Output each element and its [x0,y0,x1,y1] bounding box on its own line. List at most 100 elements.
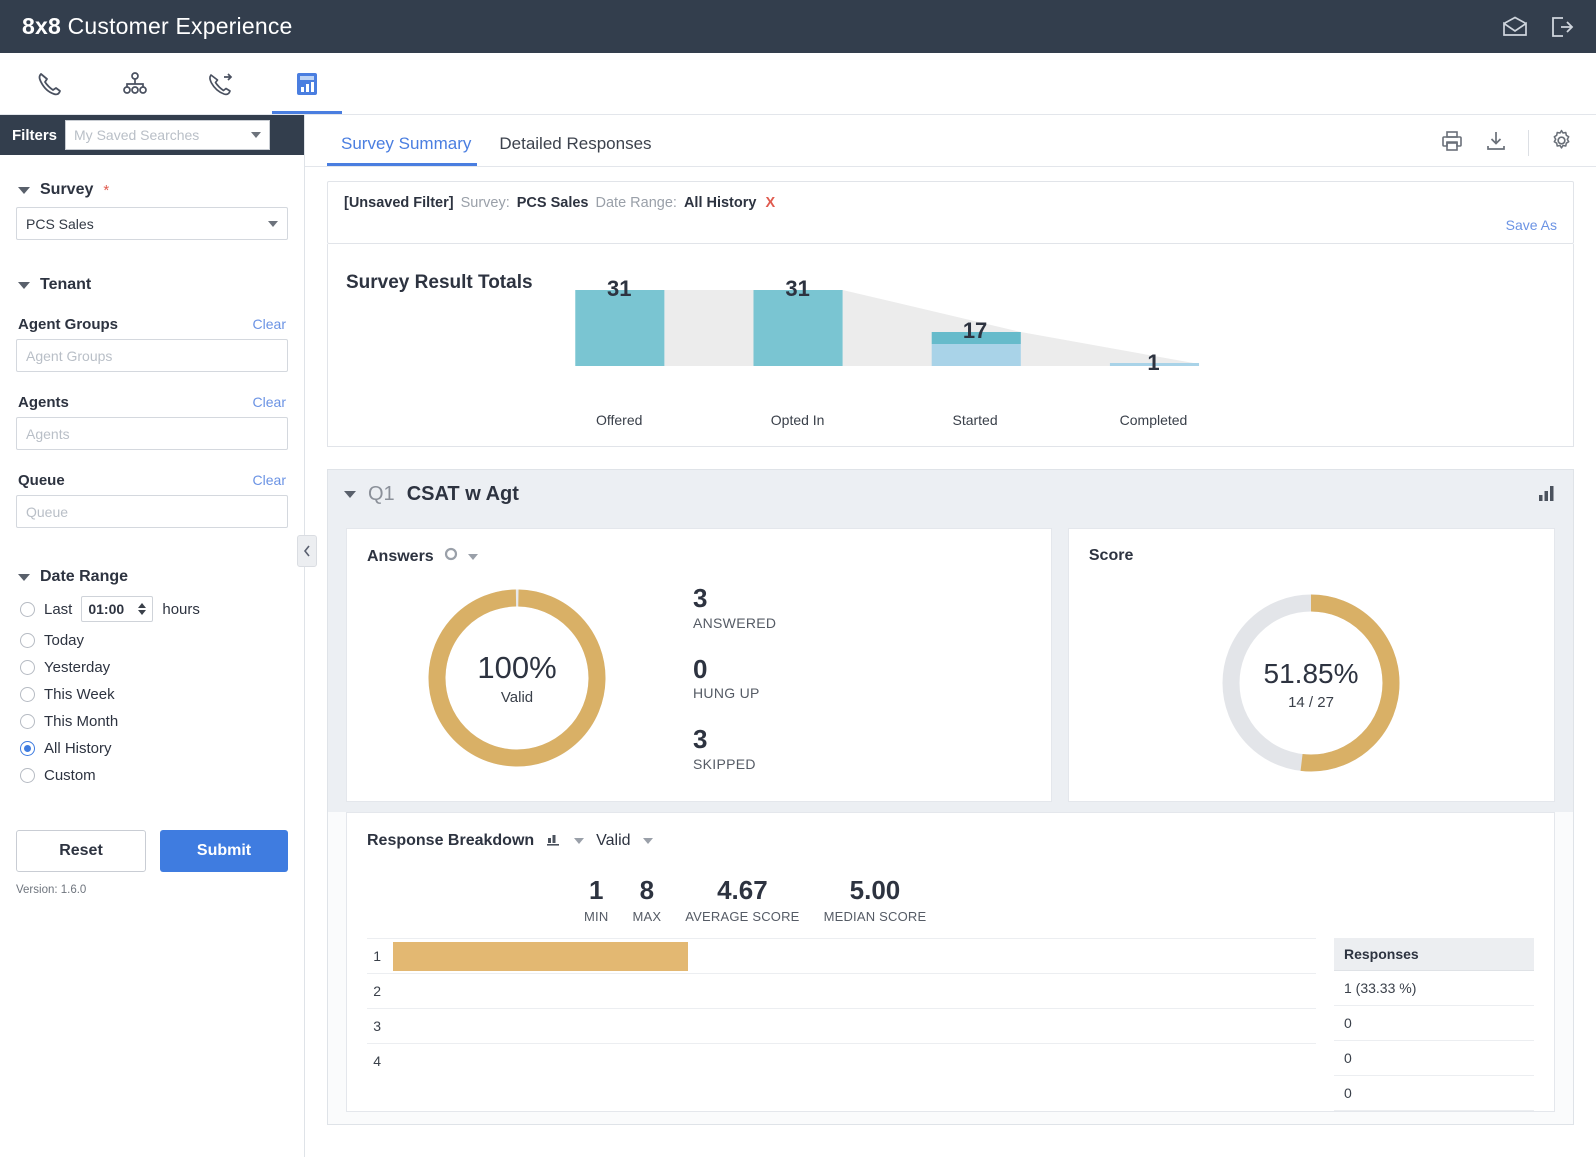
saved-searches-placeholder: My Saved Searches [74,127,200,143]
agents-label: Agents [18,394,69,411]
bar-track [393,1044,1316,1078]
metric-max-label: MAX [632,909,662,924]
answers-donut-chart: 100% Valid [367,578,667,778]
date-range-option-today[interactable]: Today [20,632,288,649]
response-breakdown-filter-value[interactable]: Valid [596,832,630,850]
print-icon[interactable] [1440,129,1464,158]
app-tab-org-chart[interactable] [92,53,178,114]
survey-select[interactable]: PCS Sales [16,207,288,240]
agent-groups-placeholder: Agent Groups [26,347,113,364]
funnel-label-completed: Completed [1119,412,1188,428]
funnel-label-started: Started [952,412,998,428]
app-header: 8x8 Customer Experience [0,0,1596,53]
question-section-q1: Q1 CSAT w Agt Answers 100% Valid 3 ANSWE… [327,469,1574,1125]
saved-searches-select[interactable]: My Saved Searches [65,120,270,150]
metric-median-score-value: 5.00 [849,875,901,905]
agents-label-row: Agents Clear [18,394,286,411]
chevron-down-icon [268,220,278,227]
stat-hung-up-value: 0 [693,653,708,684]
chevron-down-icon[interactable] [467,553,478,560]
stat-hung-up-label: HUNG UP [693,685,760,702]
date-range-option-custom[interactable]: Custom [20,767,288,784]
app-tab-phone[interactable] [6,53,92,114]
filter-date-key: Date Range: [595,195,677,211]
date-range-section-header[interactable]: Date Range [18,568,288,586]
bar-chart-small-icon[interactable] [546,831,562,851]
queue-clear-link[interactable]: Clear [253,472,286,488]
filter-remove-icon[interactable]: X [765,195,775,211]
breakdown-category: 2 [373,983,381,999]
metric-average-score-label: AVERAGE SCORE [685,909,800,924]
content-tabbar: Survey Summary Detailed Responses [305,115,1596,167]
chevron-down-icon[interactable] [574,838,585,844]
app-tab-reports[interactable] [264,53,350,114]
score-donut-chart: 51.85% 14 / 27 [1089,565,1534,783]
question-header[interactable]: Q1 CSAT w Agt [328,470,1573,518]
reset-button[interactable]: Reset [16,830,146,872]
bar-chart-icon[interactable] [1537,483,1557,506]
table-row: 1 [367,938,1316,973]
metric-min-label: MIN [584,909,609,924]
agents-placeholder: Agents [26,425,70,442]
tab-detailed-responses[interactable]: Detailed Responses [485,134,665,166]
radio-this-week[interactable] [20,687,35,702]
agent-groups-clear-link[interactable]: Clear [253,316,286,332]
radio-last[interactable] [20,601,35,617]
answers-panel: Answers 100% Valid 3 ANSWERED 0 HUNG UP … [346,528,1052,802]
answers-donut-center-value: 100% [477,650,556,685]
tenant-section-header[interactable]: Tenant [18,276,288,294]
app-title-text: Customer Experience [67,13,293,39]
logout-icon[interactable] [1550,16,1574,38]
breakdown-category: 1 [373,948,381,964]
metric-median-score-label: MEDIAN SCORE [823,909,927,924]
date-range-option-this-month[interactable]: This Month [20,713,288,730]
toolbar-divider [1528,130,1529,156]
radio-this-month[interactable] [20,714,35,729]
responses-cell: 0 [1334,1076,1534,1111]
score-donut-center-label: 14 / 27 [1289,694,1335,711]
radio-all-history[interactable] [20,741,35,756]
stat-skipped: 3 SKIPPED [693,725,776,772]
save-as-link[interactable]: Save As [344,217,1557,233]
radio-custom[interactable] [20,768,35,783]
chevron-down-icon[interactable] [642,838,653,844]
chevron-down-icon [18,186,30,194]
app-tab-phone-transfer[interactable] [178,53,264,114]
agents-input[interactable]: Agents [16,417,288,450]
date-range-option-yesterday[interactable]: Yesterday [20,659,288,676]
metric-median-score: 5.00 MEDIAN SCORE [812,875,939,924]
sidebar-collapse-toggle[interactable] [297,535,317,567]
tab-survey-summary[interactable]: Survey Summary [327,134,485,166]
radio-today[interactable] [20,633,35,648]
table-row: 3 [367,1008,1316,1043]
app-title: 8x8 Customer Experience [22,13,293,40]
radio-yesterday[interactable] [20,660,35,675]
gear-icon[interactable] [1549,128,1574,158]
submit-button[interactable]: Submit [160,830,288,872]
download-icon[interactable] [1484,129,1508,158]
survey-select-value: PCS Sales [26,215,94,232]
last-hours-stepper[interactable]: 01:00 [81,596,154,622]
date-range-option-last[interactable]: Last 01:00 hours [20,596,288,622]
bar-track [393,974,1316,1008]
stepper-arrows-icon[interactable] [138,603,147,615]
answers-donut-center-label: Valid [501,689,533,706]
queue-input[interactable]: Queue [16,495,288,528]
breakdown-category: 4 [373,1053,381,1069]
applied-filter-card: [Unsaved Filter] Survey: PCS Sales Date … [327,181,1574,244]
response-breakdown-metrics: 1 MIN 8 MAX 4.67 AVERAGE SCORE 5.00 MEDI… [367,851,1534,938]
stat-skipped-label: SKIPPED [693,755,756,772]
donut-icon[interactable] [444,547,458,566]
version-label: Version: 1.6.0 [16,884,87,896]
answers-panel-header: Answers [367,547,1031,566]
agents-clear-link[interactable]: Clear [253,394,286,410]
envelope-icon[interactable] [1502,16,1528,38]
required-mark: * [103,181,110,199]
chevron-down-icon[interactable] [344,490,356,498]
date-range-option-this-week[interactable]: This Week [20,686,288,703]
chevron-down-icon [18,281,30,289]
survey-section-header[interactable]: Survey * [18,181,288,199]
agent-groups-input[interactable]: Agent Groups [16,339,288,372]
date-range-radio-group: Last 01:00 hours Today Yesterday This We… [20,596,288,784]
date-range-option-all-history[interactable]: All History [20,740,288,757]
